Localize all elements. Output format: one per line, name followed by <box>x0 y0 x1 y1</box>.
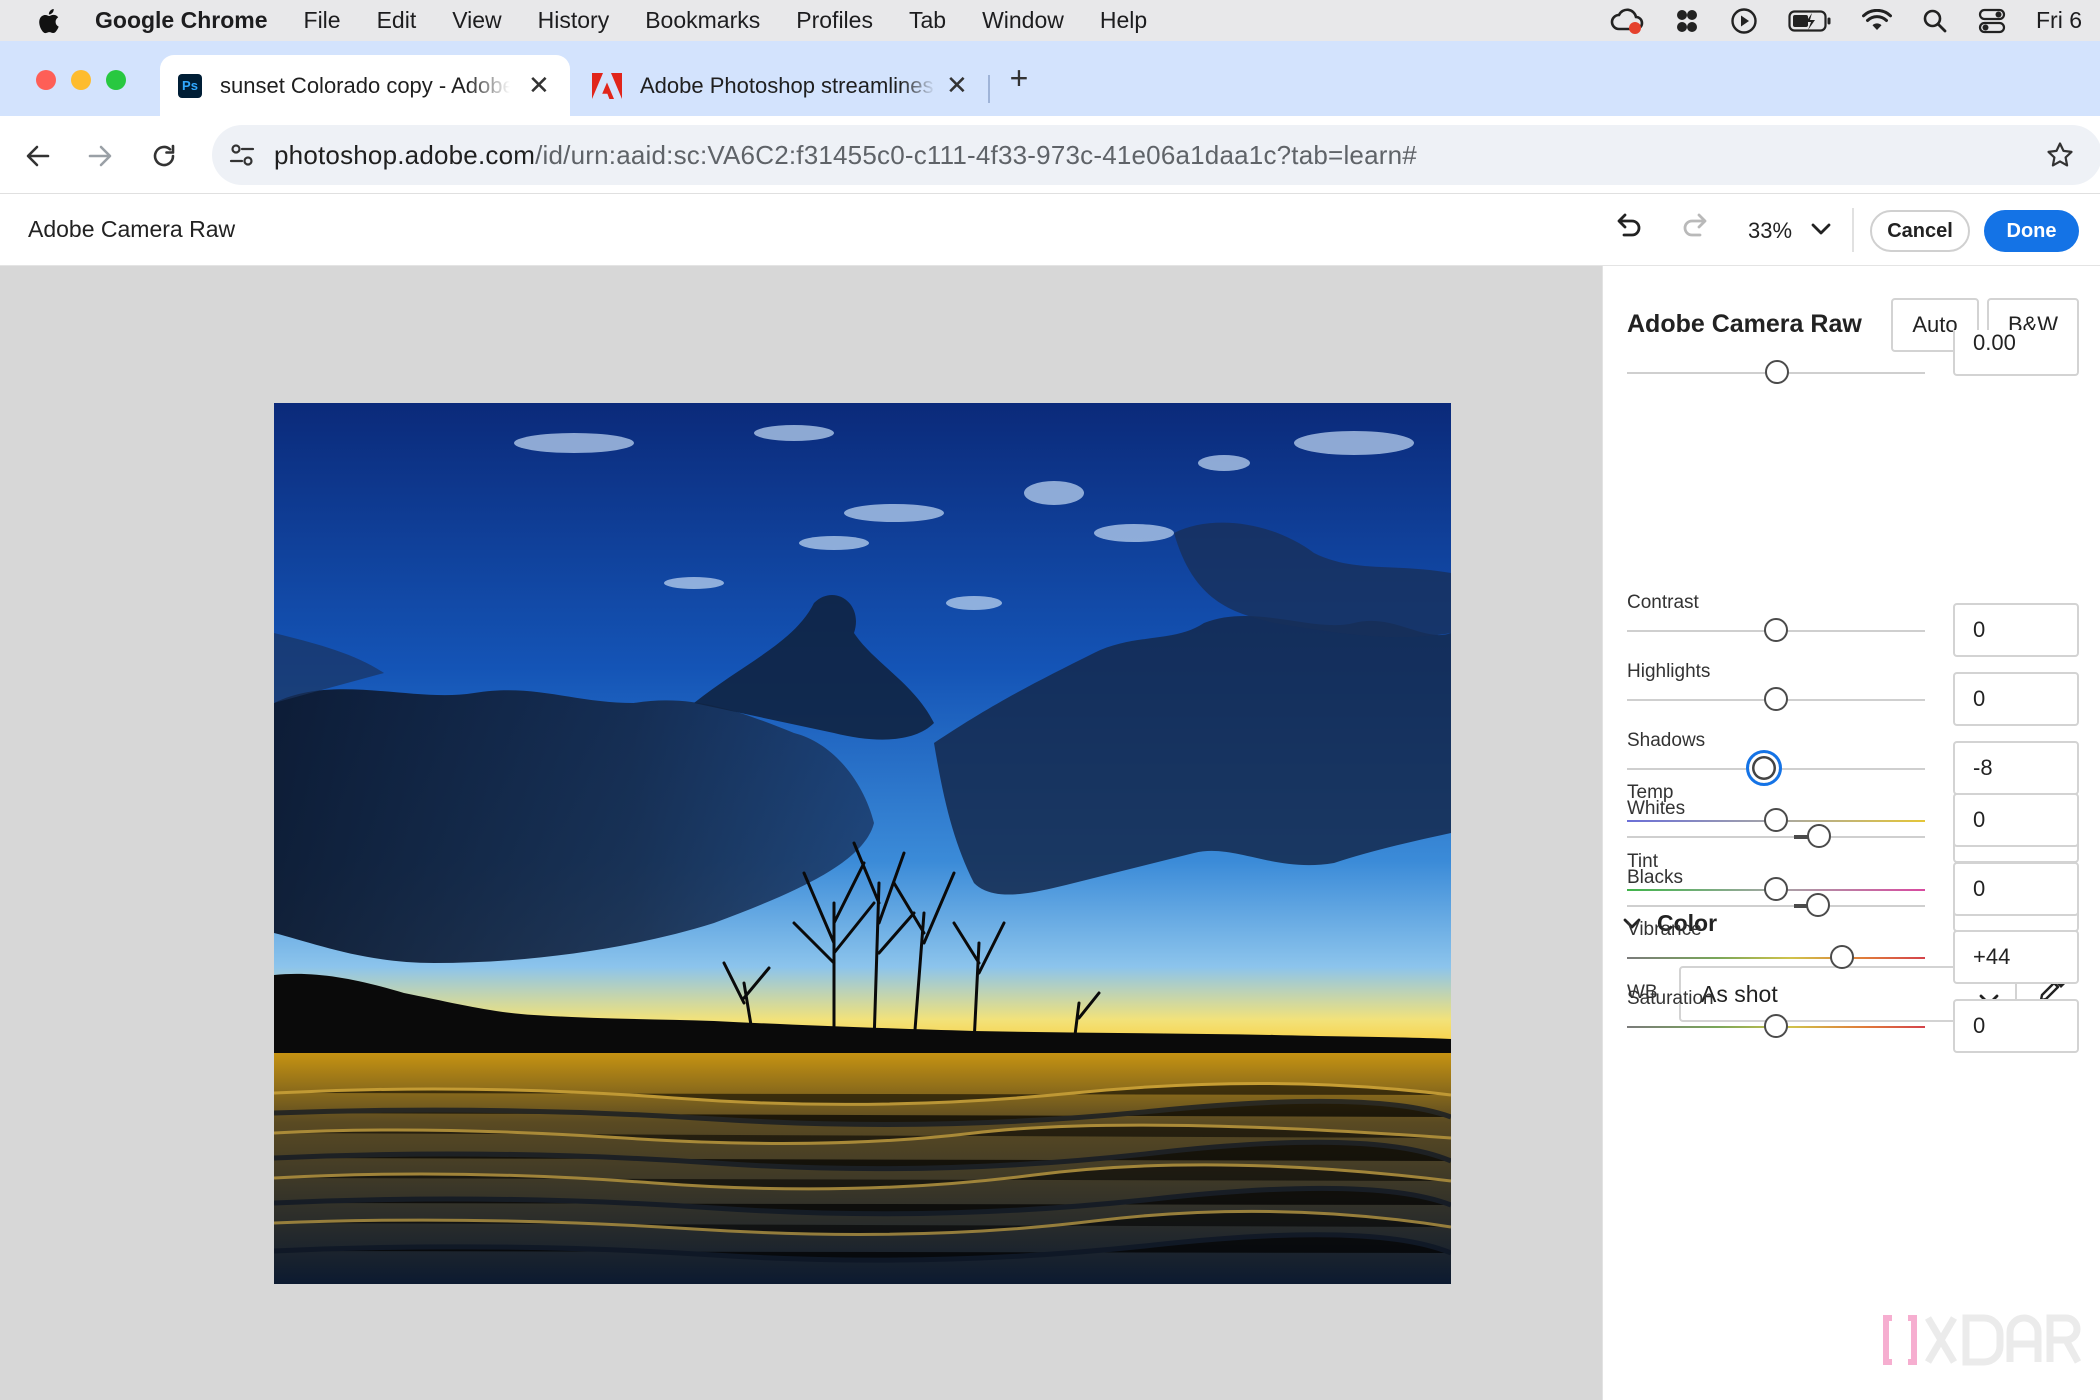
slider-label: Vibrance <box>1627 919 1702 940</box>
xda-watermark-logo <box>1882 1312 2082 1368</box>
sunset-photo[interactable] <box>274 403 1451 1284</box>
shadows-slider[interactable] <box>1627 750 1925 786</box>
media-play-icon[interactable] <box>1730 7 1758 35</box>
back-button[interactable] <box>18 136 58 176</box>
slider-thumb[interactable] <box>1829 945 1854 969</box>
slider-label: Shadows <box>1627 730 1706 751</box>
site-settings-icon[interactable] <box>228 141 256 174</box>
blacks-slider[interactable] <box>1627 893 1925 917</box>
cancel-button[interactable]: Cancel <box>1870 210 1970 252</box>
slider-thumb[interactable] <box>1764 1014 1788 1038</box>
reload-button[interactable] <box>144 136 184 176</box>
status-area: Fri 6 <box>1610 0 2100 41</box>
browser-toolbar: photoshop.adobe.com/id/urn:aaid:sc:VA6C2… <box>0 116 2100 194</box>
camera-raw-panel: Adobe Camera Raw Auto B&W 0.00 Contrast 0… <box>1602 266 2100 1400</box>
menu-window[interactable]: Window <box>964 7 1082 34</box>
menu-help[interactable]: Help <box>1082 7 1165 34</box>
panel-title: Adobe Camera Raw <box>1627 310 1862 338</box>
url-path: /id/urn:aaid:sc:VA6C2:f31455c0-c111-4f33… <box>535 139 1417 170</box>
app-title: Adobe Camera Raw <box>28 216 236 242</box>
header-divider <box>1852 208 1854 252</box>
menubar-clock[interactable]: Fri 6 <box>2036 7 2082 34</box>
bookmark-star-icon[interactable] <box>2046 141 2074 174</box>
url-text: photoshop.adobe.com/id/urn:aaid:sc:VA6C2… <box>274 140 1417 171</box>
contrast-value[interactable]: 0 <box>1953 603 2079 657</box>
tab-strip: Ps sunset Colorado copy - Adobe ✕ Adobe … <box>0 41 2100 116</box>
slider-thumb[interactable] <box>1805 893 1830 917</box>
apple-icon[interactable] <box>0 7 95 35</box>
undo-icon[interactable] <box>1612 212 1644 249</box>
saturation-slider[interactable] <box>1627 1014 1925 1038</box>
redo-icon[interactable] <box>1680 212 1712 249</box>
tab-title: sunset Colorado copy - Adobe <box>220 72 510 98</box>
highlights-value[interactable]: 0 <box>1953 672 2079 726</box>
menu-tab[interactable]: Tab <box>891 7 964 34</box>
vibrance-slider[interactable] <box>1627 945 1925 969</box>
forward-button[interactable] <box>80 136 120 176</box>
menu-bookmarks[interactable]: Bookmarks <box>627 7 778 34</box>
spotlight-search-icon[interactable] <box>1922 8 1948 34</box>
zoom-level[interactable]: 33% <box>1748 218 1792 244</box>
clusters-icon[interactable] <box>1674 8 1700 34</box>
done-button[interactable]: Done <box>1984 210 2079 252</box>
wifi-icon[interactable] <box>1862 8 1892 33</box>
menu-profiles[interactable]: Profiles <box>778 7 891 34</box>
close-icon[interactable]: ✕ <box>946 70 968 101</box>
url-host: photoshop.adobe.com <box>274 139 536 170</box>
exposure-value[interactable]: 0.00 <box>1953 330 2079 376</box>
slider-label: Contrast <box>1627 592 1699 613</box>
app-header: Adobe Camera Raw 33% Cancel Done <box>0 194 2100 266</box>
control-center-icon[interactable] <box>1978 8 2006 34</box>
window-zoom-button[interactable] <box>106 70 126 90</box>
slider-thumb[interactable] <box>1764 618 1788 642</box>
creative-cloud-icon[interactable] <box>1610 7 1644 35</box>
tab-sunset-colorado[interactable]: Ps sunset Colorado copy - Adobe ✕ <box>160 55 570 116</box>
menu-app-name[interactable]: Google Chrome <box>95 7 286 34</box>
menu-history[interactable]: History <box>520 7 628 34</box>
shadows-value[interactable]: -8 <box>1953 741 2079 795</box>
tab-adobe-photoshop-streamlines[interactable]: Adobe Photoshop streamlines ✕ <box>574 55 974 116</box>
close-icon[interactable]: ✕ <box>528 70 550 101</box>
whites-slider[interactable] <box>1627 824 1925 848</box>
tint-value[interactable]: 0 <box>1953 862 2079 916</box>
address-bar[interactable]: photoshop.adobe.com/id/urn:aaid:sc:VA6C2… <box>212 125 2100 185</box>
tab-divider <box>988 75 990 103</box>
slider-thumb[interactable] <box>1764 687 1788 711</box>
chevron-down-icon[interactable] <box>1811 222 1831 241</box>
temp-value[interactable]: 0 <box>1953 793 2079 847</box>
window-close-button[interactable] <box>36 70 56 90</box>
image-canvas[interactable] <box>0 266 1602 1400</box>
slider-label: Temp <box>1627 782 1674 803</box>
menu-bar: Google Chrome File Edit View History Boo… <box>0 0 2100 41</box>
slider-thumb[interactable] <box>1746 750 1783 786</box>
contrast-slider[interactable] <box>1627 618 1925 642</box>
exposure-slider[interactable] <box>1627 360 1925 384</box>
slider-thumb[interactable] <box>1764 877 1788 901</box>
slider-thumb[interactable] <box>1765 360 1789 384</box>
temp-slider[interactable] <box>1627 808 1925 832</box>
slider-thumb[interactable] <box>1807 824 1832 848</box>
saturation-value[interactable]: 0 <box>1953 999 2079 1053</box>
window-minimize-button[interactable] <box>71 70 91 90</box>
tab-title: Adobe Photoshop streamlines <box>640 72 934 98</box>
photoshop-icon: Ps <box>178 73 202 98</box>
battery-icon[interactable] <box>1788 9 1832 33</box>
vibrance-value[interactable]: +44 <box>1953 930 2079 984</box>
highlights-slider[interactable] <box>1627 687 1925 711</box>
menu-file[interactable]: File <box>286 7 359 34</box>
adobe-icon <box>592 72 622 99</box>
slider-label: Highlights <box>1627 661 1711 682</box>
new-tab-button[interactable]: + <box>1004 62 1034 94</box>
slider-label: Saturation <box>1627 988 1714 1009</box>
tint-slider[interactable] <box>1627 877 1925 901</box>
slider-label: Tint <box>1627 851 1658 872</box>
menu-view[interactable]: View <box>434 7 519 34</box>
menu-edit[interactable]: Edit <box>359 7 435 34</box>
slider-thumb[interactable] <box>1764 808 1788 832</box>
